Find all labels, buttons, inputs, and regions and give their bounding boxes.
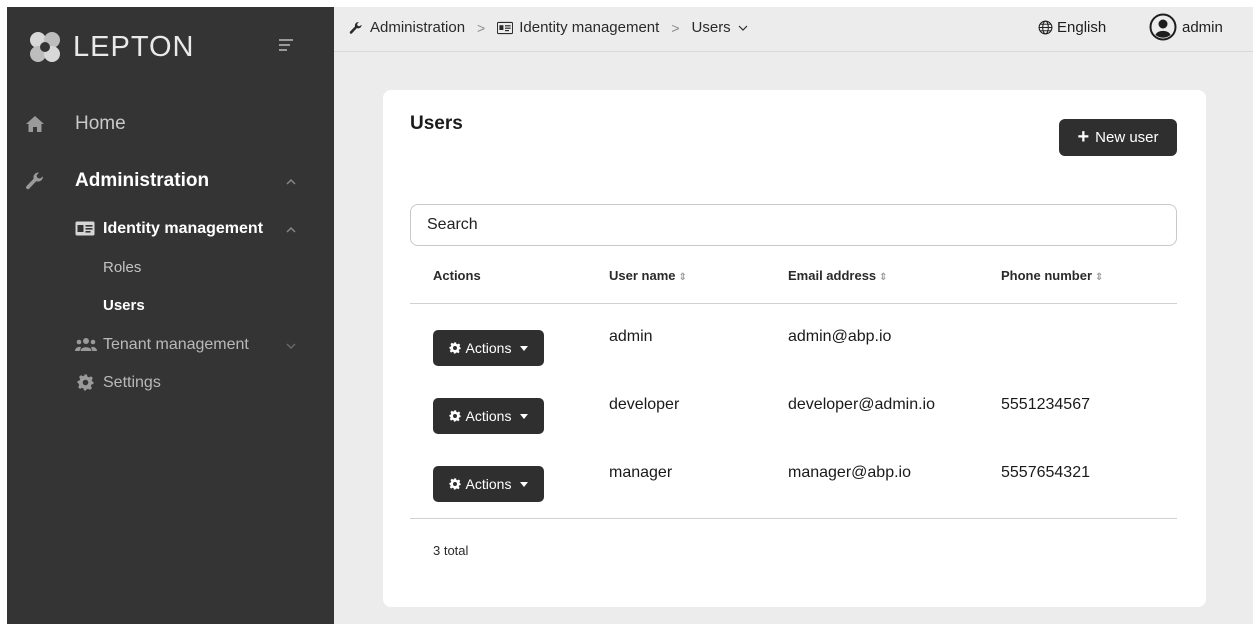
chevron-down-icon: [738, 25, 748, 31]
sort-icon: ⇕: [1095, 272, 1104, 283]
users-card: Users + New user Actions User name⇕ Emai…: [383, 90, 1206, 607]
breadcrumb-label: Identity management: [519, 19, 660, 36]
breadcrumb-identity-management[interactable]: Identity management: [497, 19, 659, 36]
cell-email: developer@admin.io: [788, 396, 935, 413]
caret-down-icon: [520, 413, 529, 419]
language-selector[interactable]: English: [1038, 19, 1106, 36]
sidebar-item-label: Administration: [75, 170, 210, 191]
breadcrumb-users[interactable]: Users: [692, 19, 749, 36]
plus-icon: +: [1077, 125, 1090, 148]
cell-phone: 5557654321: [1001, 464, 1090, 481]
menu-toggle-button[interactable]: [279, 39, 295, 53]
gear-icon: [448, 478, 461, 490]
lepton-logo-icon: [30, 32, 60, 62]
sidebar-item-roles[interactable]: Roles: [7, 255, 334, 281]
wrench-icon: [25, 171, 45, 191]
column-header-actions: Actions: [433, 268, 481, 283]
column-label: Email address: [788, 268, 877, 283]
main-area: Administration > Identity management > U…: [334, 7, 1253, 624]
topbar: Administration > Identity management > U…: [334, 7, 1253, 52]
search-input[interactable]: [410, 204, 1177, 246]
table-row: Actions developer developer@admin.io 555…: [410, 372, 1177, 440]
sidebar-item-label: Tenant management: [103, 336, 249, 353]
chevron-down-icon: [286, 343, 296, 349]
sidebar-item-home[interactable]: Home: [7, 107, 334, 141]
chevron-up-icon: [286, 179, 296, 185]
sidebar-item-label: Settings: [103, 374, 161, 391]
cell-username: admin: [609, 328, 653, 345]
actions-dropdown-button[interactable]: Actions: [433, 398, 544, 434]
actions-label: Actions: [465, 408, 512, 424]
home-icon: [25, 115, 45, 133]
actions-dropdown-button[interactable]: Actions: [433, 330, 544, 366]
gear-icon: [448, 410, 461, 422]
breadcrumb-separator-icon: >: [477, 19, 486, 36]
cell-phone: 5551234567: [1001, 396, 1090, 413]
breadcrumb-administration[interactable]: Administration: [348, 19, 465, 36]
sidebar-item-users[interactable]: Users: [7, 293, 334, 319]
globe-icon: [1038, 20, 1053, 35]
cell-email: admin@abp.io: [788, 328, 892, 345]
sort-icon: ⇕: [678, 272, 687, 283]
breadcrumb-label: Administration: [370, 19, 466, 36]
actions-label: Actions: [465, 476, 512, 492]
caret-down-icon: [520, 481, 529, 487]
wrench-icon: [349, 21, 362, 34]
breadcrumb-label: Users: [691, 19, 731, 36]
cell-username: manager: [609, 464, 673, 481]
total-count: 3 total: [433, 543, 469, 558]
column-label: Phone number: [1001, 268, 1093, 283]
column-header-email[interactable]: Email address ⇕: [788, 268, 888, 283]
actions-dropdown-button[interactable]: Actions: [433, 466, 544, 502]
table-row: Actions manager manager@abp.io 555765432…: [410, 440, 1177, 508]
user-menu[interactable]: admin: [1149, 13, 1223, 41]
sidebar-item-tenant-management[interactable]: Tenant management: [7, 331, 334, 359]
user-name: admin: [1182, 18, 1223, 36]
cell-username: developer: [609, 396, 680, 413]
id-card-icon: [75, 221, 95, 236]
gear-icon: [448, 342, 461, 354]
page-title: Users: [410, 113, 463, 134]
user-circle-icon: [1149, 13, 1177, 41]
caret-down-icon: [520, 345, 529, 351]
new-user-button[interactable]: + New user: [1059, 119, 1177, 156]
breadcrumb: Administration > Identity management > U…: [348, 19, 749, 36]
gear-icon: [77, 374, 94, 391]
sidebar-item-identity-management[interactable]: Identity management: [7, 215, 334, 243]
chevron-up-icon: [286, 227, 296, 233]
column-header-phone[interactable]: Phone number ⇕: [1001, 268, 1103, 283]
sidebar-item-administration[interactable]: Administration: [7, 163, 334, 199]
column-header-username[interactable]: User name ⇕: [609, 268, 687, 283]
sidebar-item-label: Users: [103, 297, 145, 314]
sidebar-item-label: Roles: [103, 259, 142, 276]
brand-name: LEPTON: [73, 30, 195, 63]
table-header: Actions User name ⇕ Email address ⇕ Phone …: [410, 260, 1177, 304]
users-group-icon: [75, 337, 97, 352]
cell-email: manager@abp.io: [788, 464, 911, 481]
column-label: User name: [609, 268, 676, 283]
id-card-icon: [497, 21, 514, 34]
sidebar-item-label: Home: [75, 113, 126, 134]
sort-icon: ⇕: [879, 272, 888, 283]
actions-label: Actions: [465, 340, 512, 356]
table-row: Actions admin admin@abp.io: [410, 304, 1177, 372]
new-user-label: New user: [1095, 129, 1159, 146]
sidebar-item-label: Identity management: [103, 220, 264, 237]
table-footer: 3 total: [410, 518, 1177, 558]
language-label: English: [1057, 19, 1107, 36]
sidebar-item-settings[interactable]: Settings: [7, 369, 334, 397]
brand[interactable]: LEPTON: [27, 29, 195, 65]
breadcrumb-separator-icon: >: [671, 19, 680, 36]
sidebar: LEPTON Home Administration Identity mana…: [7, 7, 334, 624]
